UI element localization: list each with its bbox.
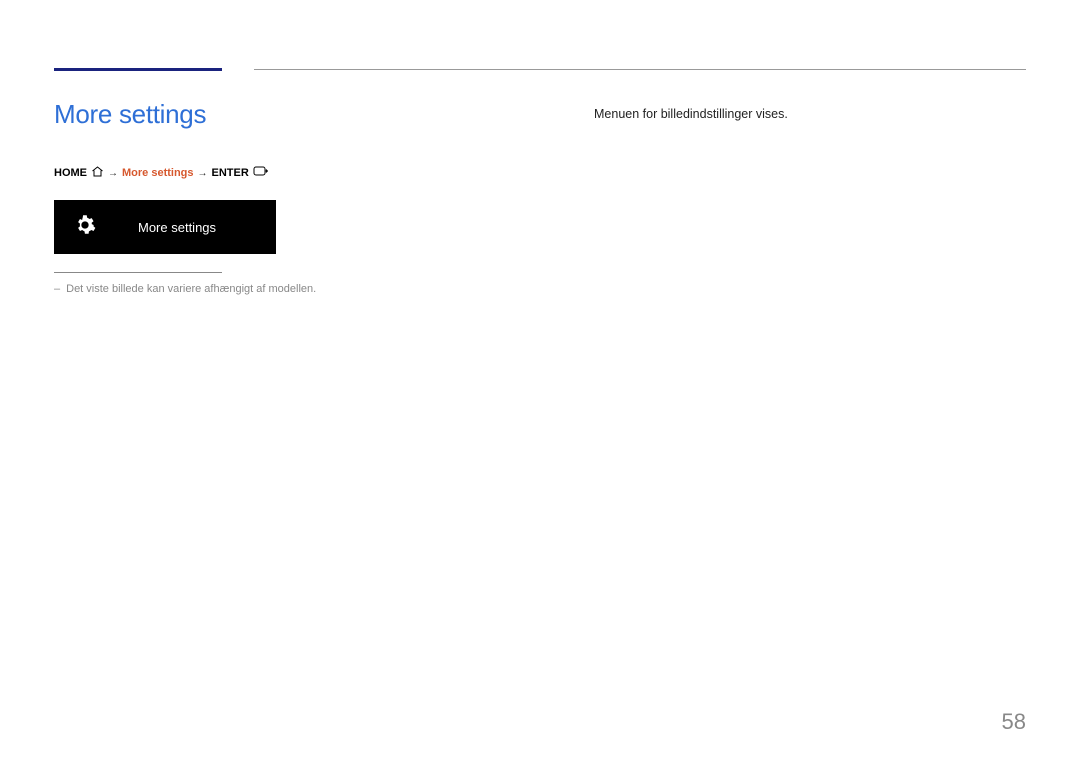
body-text: Menuen for billedindstillinger vises. <box>594 107 1026 121</box>
more-settings-tile: More settings <box>54 200 276 254</box>
breadcrumb: HOME → More settings → ENTER <box>54 166 394 180</box>
gear-icon <box>74 214 96 241</box>
note-text: Det viste billede kan variere afhængigt … <box>66 283 316 295</box>
right-column: Menuen for billedindstillinger vises. <box>594 99 1026 295</box>
note-dash: – <box>54 283 60 295</box>
page-number: 58 <box>1002 709 1026 735</box>
breadcrumb-enter: ENTER <box>212 167 249 179</box>
more-settings-tile-label: More settings <box>138 220 216 235</box>
left-column: More settings HOME → More settings → ENT… <box>54 99 394 295</box>
breadcrumb-arrow: → <box>198 168 208 179</box>
page-title: More settings <box>54 99 394 130</box>
breadcrumb-home: HOME <box>54 167 87 179</box>
note-divider <box>54 272 222 273</box>
breadcrumb-arrow: → <box>108 168 118 179</box>
breadcrumb-more-settings: More settings <box>122 167 194 179</box>
top-divider <box>254 69 1026 70</box>
enter-icon <box>253 166 268 180</box>
home-icon <box>91 166 104 180</box>
note-line: – Det viste billede kan variere afhængig… <box>54 283 394 295</box>
section-accent-bar <box>54 68 222 71</box>
